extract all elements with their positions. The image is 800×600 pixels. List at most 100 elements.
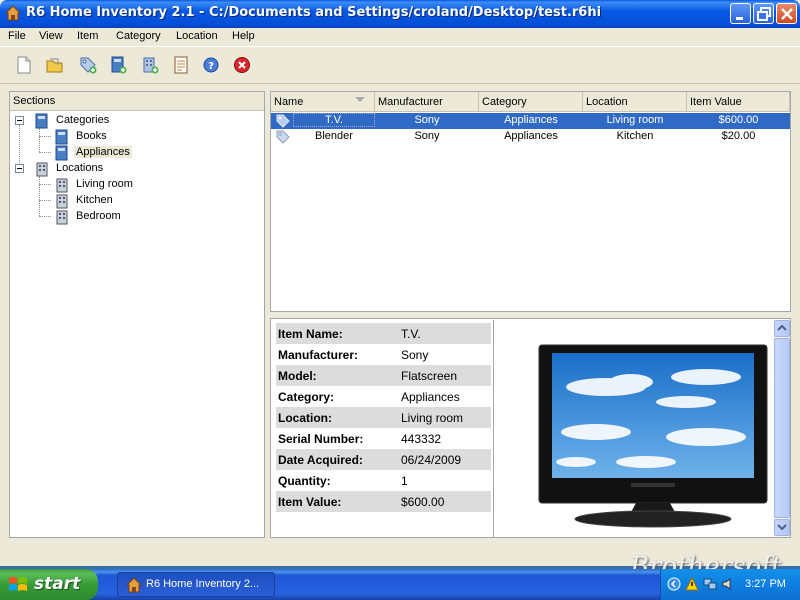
maximize-button[interactable]	[753, 3, 774, 24]
tree-item-appliances[interactable]: Appliances	[54, 145, 264, 161]
menu-file[interactable]: File	[6, 29, 28, 43]
detail-row-item-value: Item Value: $600.00	[276, 491, 491, 512]
start-label: start	[34, 574, 81, 594]
cell-manufacturer: Sony	[414, 114, 440, 126]
detail-label: Model:	[278, 369, 317, 383]
scroll-up-button[interactable]	[774, 320, 790, 337]
detail-row-manufacturer: Manufacturer: Sony	[276, 344, 491, 365]
tree-label: Kitchen	[76, 194, 113, 206]
menu-category[interactable]: Category	[114, 29, 163, 43]
building-icon	[36, 162, 48, 177]
cell-location: Living room	[606, 114, 664, 126]
tree-line	[39, 184, 51, 185]
new-icon[interactable]	[14, 55, 34, 75]
scroll-thumb[interactable]	[774, 338, 790, 518]
column-header-location[interactable]: Location	[583, 92, 687, 112]
tree-label: Categories	[56, 114, 110, 126]
tree-label: Books	[76, 130, 107, 142]
detail-label: Item Value:	[278, 495, 342, 509]
tree-line	[39, 152, 51, 153]
tree-label: Locations	[56, 162, 104, 174]
detail-row-serial-number: Serial Number: 443332	[276, 428, 491, 449]
building-icon	[56, 194, 68, 209]
detail-label: Manufacturer:	[278, 348, 359, 362]
speaker-icon[interactable]	[721, 577, 735, 591]
clock: 3:27 PM	[745, 578, 786, 590]
minimize-button[interactable]	[730, 3, 751, 24]
open-icon[interactable]	[45, 55, 65, 75]
detail-row-location: Location: Living room	[276, 407, 491, 428]
column-header-name[interactable]: Name	[271, 92, 375, 112]
chevron-up-icon	[777, 324, 787, 331]
table-row[interactable]: Blender Sony Appliances Kitchen $20.00	[271, 129, 790, 145]
report-icon[interactable]	[171, 55, 191, 75]
sections-pane: Sections Categories Books Appliances Loc…	[9, 91, 265, 538]
tag-icon	[276, 114, 290, 128]
scroll-down-button[interactable]	[774, 519, 790, 536]
help-icon[interactable]: ?	[201, 55, 221, 75]
menu-view[interactable]: View	[37, 29, 65, 43]
details-divider	[493, 320, 494, 537]
tray-arrow-icon[interactable]	[667, 577, 681, 591]
cell-location: Kitchen	[616, 130, 654, 142]
detail-value: T.V.	[401, 327, 421, 341]
detail-value: Appliances	[401, 390, 460, 404]
menu-help[interactable]: Help	[230, 29, 257, 43]
book-icon	[55, 145, 68, 161]
detail-label: Date Acquired:	[278, 453, 363, 467]
building-icon	[56, 210, 68, 225]
tree-line	[39, 176, 40, 216]
start-button[interactable]: start	[0, 569, 98, 600]
sections-header: Sections	[10, 92, 264, 111]
table-row[interactable]: T.V. Sony Appliances Living room $600.00	[271, 113, 790, 129]
cell-category: Appliances	[504, 130, 558, 142]
system-tray: 3:27 PM	[660, 569, 800, 600]
network-icon[interactable]	[703, 577, 717, 591]
warning-icon[interactable]	[685, 577, 699, 591]
detail-label: Category:	[278, 390, 335, 404]
taskbar: start R6 Home Inventory 2... 3:27 PM	[0, 569, 800, 600]
detail-label: Serial Number:	[278, 432, 364, 446]
collapse-categories-toggle[interactable]	[15, 116, 24, 125]
building-icon[interactable]	[140, 55, 160, 75]
book-icon[interactable]	[108, 55, 128, 75]
house-icon	[126, 577, 142, 593]
exit-icon[interactable]	[232, 55, 252, 75]
column-header-item-value[interactable]: Item Value	[687, 92, 790, 112]
column-header-category[interactable]: Category	[479, 92, 583, 112]
menu-location[interactable]: Location	[174, 29, 220, 43]
cell-name: T.V.	[293, 113, 375, 127]
column-header-manufacturer[interactable]: Manufacturer	[375, 92, 479, 112]
item-photo	[538, 344, 768, 528]
house-icon	[5, 5, 21, 21]
cell-name: Blender	[315, 130, 353, 142]
x-icon	[781, 8, 793, 20]
detail-label: Item Name:	[278, 327, 343, 341]
taskbar-app-button[interactable]: R6 Home Inventory 2...	[117, 572, 275, 597]
cell-value: $600.00	[718, 114, 759, 126]
tree-line	[39, 128, 40, 152]
cell-value: $20.00	[721, 130, 756, 142]
menu-item[interactable]: Item	[75, 29, 100, 43]
close-window-button[interactable]	[776, 3, 797, 24]
detail-row-quantity: Quantity: 1	[276, 470, 491, 491]
detail-label: Location:	[278, 411, 332, 425]
minimize-icon	[736, 17, 743, 20]
tree-label: Bedroom	[76, 210, 121, 222]
book-icon	[55, 129, 68, 145]
collapse-locations-toggle[interactable]	[15, 164, 24, 173]
tree-line	[39, 216, 51, 217]
detail-value: Living room	[401, 411, 464, 425]
detail-row-model: Model: Flatscreen	[276, 365, 491, 386]
tag-icon	[276, 130, 290, 144]
items-list: Name Manufacturer Category Location Item…	[270, 91, 791, 312]
tag-icon[interactable]	[78, 55, 98, 75]
windows-logo-icon	[9, 577, 27, 591]
chevron-down-icon	[777, 524, 787, 531]
detail-row-item-name: Item Name: T.V.	[276, 323, 491, 344]
details-scrollbar[interactable]	[774, 320, 790, 537]
tree-line	[39, 136, 51, 137]
detail-value: Sony	[401, 348, 429, 362]
detail-value: 1	[401, 474, 408, 488]
title-bar[interactable]: R6 Home Inventory 2.1 - C:/Documents and…	[0, 0, 800, 28]
